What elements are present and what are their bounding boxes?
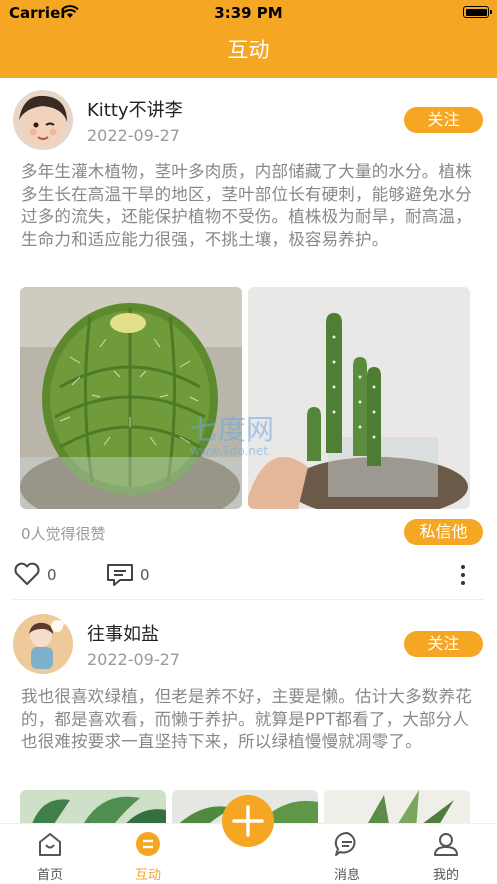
tab-label: 我的 xyxy=(432,868,459,883)
status-bar: Carrier 3:39 PM xyxy=(0,0,497,26)
post-text: 我也很喜欢绿植，但老是养不好，主要是懒。估计大多数养花的，都是喜欢看，而懒于养护… xyxy=(21,687,472,751)
home-icon xyxy=(39,833,61,856)
clock-time: 3:39 PM xyxy=(214,4,283,22)
username[interactable]: Kitty不讲李 xyxy=(87,96,183,122)
avatar[interactable] xyxy=(13,614,73,674)
plus-icon xyxy=(232,805,264,837)
tab-label: 互动 xyxy=(134,868,161,883)
watermark: 七度网 www.7do.net xyxy=(190,408,274,458)
heart-icon xyxy=(14,562,40,585)
battery-icon xyxy=(463,6,492,18)
comment-icon xyxy=(107,564,133,586)
username[interactable]: 往事如盐 xyxy=(87,620,159,646)
page-title: 互动 xyxy=(227,38,270,62)
app-header: Carrier 3:39 PM 互动 xyxy=(0,0,497,78)
tab-profile[interactable]: 我的 xyxy=(406,824,486,884)
post-date: 2022-09-27 xyxy=(87,650,180,669)
tab-label: 首页 xyxy=(36,868,63,883)
post-card: 往事如盐 2022-09-27 关注 我也很喜欢绿植，但老是养不好，主要是懒。估… xyxy=(0,608,497,823)
create-post-button[interactable] xyxy=(222,795,274,847)
likes-summary: 0人觉得很赞 xyxy=(21,525,106,543)
post-card: Kitty不讲李 2022-09-27 关注 多年生灌木植物，茎叶多肉质，内部储… xyxy=(0,78,497,600)
tab-interact[interactable]: 互动 xyxy=(108,824,188,884)
divider xyxy=(13,599,484,600)
private-message-button[interactable]: 私信他 xyxy=(404,519,483,545)
feed-list[interactable]: Kitty不讲李 2022-09-27 关注 多年生灌木植物，茎叶多肉质，内部储… xyxy=(0,78,497,823)
post-photo[interactable] xyxy=(20,790,166,823)
post-photo[interactable] xyxy=(20,287,242,509)
follow-button[interactable]: 关注 xyxy=(404,107,483,133)
tab-label: 消息 xyxy=(333,868,360,883)
follow-button[interactable]: 关注 xyxy=(404,631,483,657)
avatar[interactable] xyxy=(13,90,73,150)
post-photo[interactable] xyxy=(248,287,470,509)
interact-icon xyxy=(136,832,160,856)
post-text: 多年生灌木植物，茎叶多肉质，内部储藏了大量的水分。植株多生长在高温干旱的地区，茎… xyxy=(21,162,472,249)
message-icon xyxy=(334,831,356,856)
more-options-icon[interactable] xyxy=(455,563,471,587)
profile-icon xyxy=(434,833,458,856)
tab-home[interactable]: 首页 xyxy=(10,824,90,884)
watermark-url: www.7do.net xyxy=(190,444,269,458)
tab-messages[interactable]: 消息 xyxy=(307,824,387,884)
post-date: 2022-09-27 xyxy=(87,126,180,145)
like-count: 0 xyxy=(47,566,57,584)
watermark-text: 七度网 xyxy=(190,413,275,446)
comment-count: 0 xyxy=(140,566,150,584)
post-photo[interactable] xyxy=(324,790,470,823)
